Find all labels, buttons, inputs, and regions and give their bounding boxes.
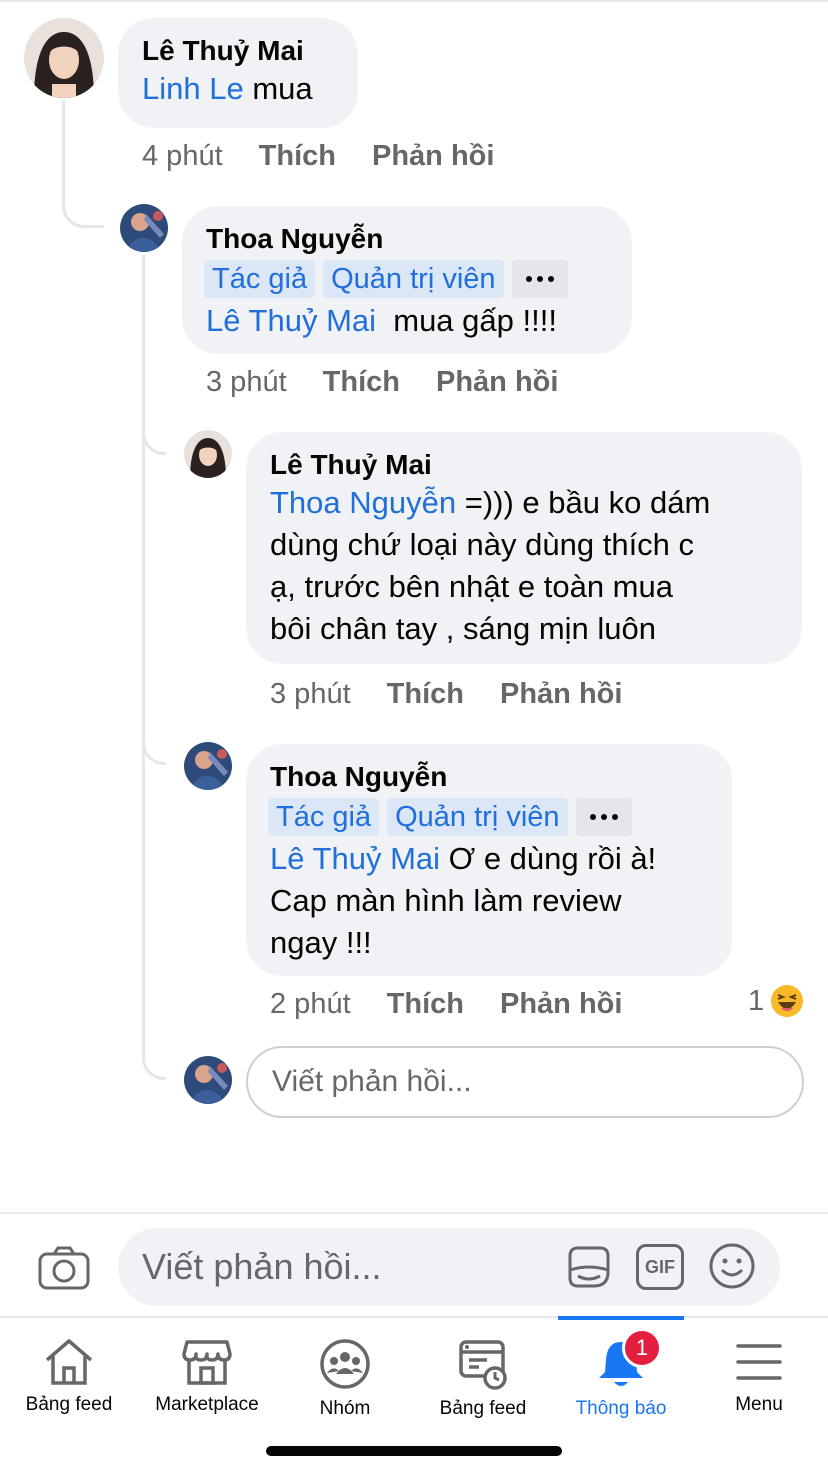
nav-item-groups[interactable]: Nhóm bbox=[276, 1318, 414, 1428]
comment-body: ngay !!! bbox=[270, 925, 372, 960]
gif-label: GIF bbox=[645, 1256, 675, 1277]
thread-reply-input[interactable]: Viết phản hồi... bbox=[246, 1046, 804, 1118]
thread-connector bbox=[142, 720, 166, 765]
avatar[interactable] bbox=[184, 430, 232, 478]
avatar[interactable] bbox=[184, 742, 232, 790]
reply-button[interactable]: Phản hồi bbox=[500, 678, 622, 711]
mention-link[interactable]: Lê Thuỷ Mai bbox=[270, 841, 440, 876]
comment-meta: 3 phút Thích Phản hồi bbox=[270, 674, 658, 714]
gif-icon[interactable]: GIF bbox=[636, 1244, 684, 1290]
home-icon bbox=[45, 1339, 93, 1385]
thread-connector bbox=[142, 410, 166, 455]
comment-text: Linh Le mua bbox=[142, 68, 334, 110]
admin-badge[interactable]: Quản trị viên bbox=[323, 260, 504, 298]
mention-link[interactable]: Lê Thuỷ Mai bbox=[206, 303, 376, 338]
comment-time[interactable]: 2 phút bbox=[270, 988, 351, 1021]
reaction-count: 1 bbox=[748, 984, 765, 1017]
mention-link[interactable]: Thoa Nguyễn bbox=[270, 485, 456, 520]
thread-connector bbox=[142, 1030, 166, 1080]
top-divider bbox=[0, 0, 828, 2]
comment-composer: Viết phản hồi... GIF bbox=[0, 1212, 828, 1316]
comment-meta: 4 phút Thích Phản hồi bbox=[142, 136, 530, 176]
comment-text: Thoa Nguyễn =))) e bầu ko dám dùng chứ l… bbox=[270, 482, 778, 650]
like-button[interactable]: Thích bbox=[259, 140, 336, 173]
comment-meta: 2 phút Thích Phản hồi bbox=[270, 984, 658, 1024]
comment-author[interactable]: Lê Thuỷ Mai bbox=[142, 34, 334, 68]
nav-item-notifications[interactable]: Thông báo bbox=[552, 1318, 690, 1428]
comment-bubble[interactable]: Thoa Nguyễn Tác giả Quản trị viên Lê Thu… bbox=[182, 206, 632, 354]
avatar bbox=[184, 1056, 232, 1104]
nav-label: Bảng feed bbox=[439, 1398, 527, 1419]
like-button[interactable]: Thích bbox=[323, 366, 400, 399]
nav-label: Nhóm bbox=[319, 1398, 371, 1419]
comment-body: mua gấp !!!! bbox=[376, 303, 557, 338]
more-badges-icon[interactable] bbox=[511, 260, 568, 298]
admin-badge[interactable]: Quản trị viên bbox=[387, 798, 568, 836]
comment-time[interactable]: 3 phút bbox=[206, 366, 287, 399]
comment-body: ạ, trước bên nhật e toàn mua bbox=[270, 569, 673, 604]
comment-meta: 3 phút Thích Phản hồi bbox=[206, 362, 594, 402]
author-badge[interactable]: Tác giả bbox=[268, 798, 380, 836]
nav-label: Bảng feed bbox=[25, 1394, 113, 1415]
sticker-icon[interactable] bbox=[564, 1242, 614, 1292]
comment-body: =))) e bầu ko dám bbox=[456, 485, 711, 520]
nav-label: Menu bbox=[735, 1394, 783, 1415]
home-indicator[interactable] bbox=[266, 1446, 562, 1456]
comment-author[interactable]: Thoa Nguyễn bbox=[270, 760, 708, 794]
groups-icon bbox=[320, 1339, 370, 1389]
emoji-icon[interactable] bbox=[708, 1242, 756, 1290]
comment-body: bôi chân tay , sáng mịn luôn bbox=[270, 611, 657, 646]
feed-icon bbox=[459, 1340, 507, 1390]
reply-button[interactable]: Phản hồi bbox=[372, 140, 494, 173]
avatar[interactable] bbox=[120, 204, 168, 252]
comment-author[interactable]: Thoa Nguyễn bbox=[206, 222, 608, 256]
camera-icon[interactable] bbox=[38, 1246, 90, 1290]
comment-body: dùng chứ loại này dùng thích c bbox=[270, 527, 695, 562]
comment-text: Lê Thuỷ Mai mua gấp !!!! bbox=[206, 300, 608, 342]
reaction-summary[interactable]: 1 bbox=[748, 984, 804, 1018]
author-badges: Tác giả Quản trị viên bbox=[204, 260, 608, 298]
comment-bubble[interactable]: Lê Thuỷ Mai Linh Le mua bbox=[118, 18, 358, 128]
comment-author[interactable]: Lê Thuỷ Mai bbox=[270, 448, 778, 482]
nav-item-menu[interactable]: Menu bbox=[690, 1318, 828, 1428]
mention-link[interactable]: Linh Le bbox=[142, 71, 244, 106]
nav-label: Marketplace bbox=[155, 1394, 259, 1415]
nav-item-marketplace[interactable]: Marketplace bbox=[138, 1318, 276, 1428]
more-badges-icon[interactable] bbox=[575, 798, 632, 836]
like-button[interactable]: Thích bbox=[387, 988, 464, 1021]
reply-button[interactable]: Phản hồi bbox=[436, 366, 558, 399]
haha-emoji-icon bbox=[771, 985, 804, 1017]
comment-bubble[interactable]: Lê Thuỷ Mai Thoa Nguyễn =))) e bầu ko dá… bbox=[246, 432, 802, 664]
marketplace-icon bbox=[182, 1340, 232, 1385]
nav-label: Thông báo bbox=[575, 1398, 667, 1419]
composer-placeholder: Viết phản hồi... bbox=[142, 1246, 382, 1287]
comment-body: Cap màn hình làm review bbox=[270, 883, 622, 918]
comment-bubble[interactable]: Thoa Nguyễn Tác giả Quản trị viên Lê Thu… bbox=[246, 744, 732, 976]
avatar[interactable] bbox=[24, 18, 104, 98]
comment-text: Lê Thuỷ Mai Ơ e dùng rồi à! Cap màn hình… bbox=[270, 838, 708, 964]
reply-button[interactable]: Phản hồi bbox=[500, 988, 622, 1021]
comment-body: mua bbox=[243, 71, 313, 106]
author-badge[interactable]: Tác giả bbox=[204, 260, 316, 298]
nav-item-home[interactable]: Bảng feed bbox=[0, 1318, 138, 1428]
menu-icon bbox=[736, 1344, 782, 1380]
comment-time[interactable]: 3 phút bbox=[270, 678, 351, 711]
notification-count-badge: 1 bbox=[622, 1328, 662, 1368]
thread-reply-placeholder: Viết phản hồi... bbox=[272, 1065, 472, 1098]
thread-connector bbox=[62, 170, 104, 228]
comment-body: Ơ e dùng rồi à! bbox=[440, 841, 657, 876]
thread-line bbox=[142, 255, 145, 1045]
like-button[interactable]: Thích bbox=[387, 678, 464, 711]
author-badges: Tác giả Quản trị viên bbox=[268, 798, 708, 836]
nav-item-feed[interactable]: Bảng feed bbox=[414, 1318, 552, 1428]
comment-time[interactable]: 4 phút bbox=[142, 140, 223, 173]
